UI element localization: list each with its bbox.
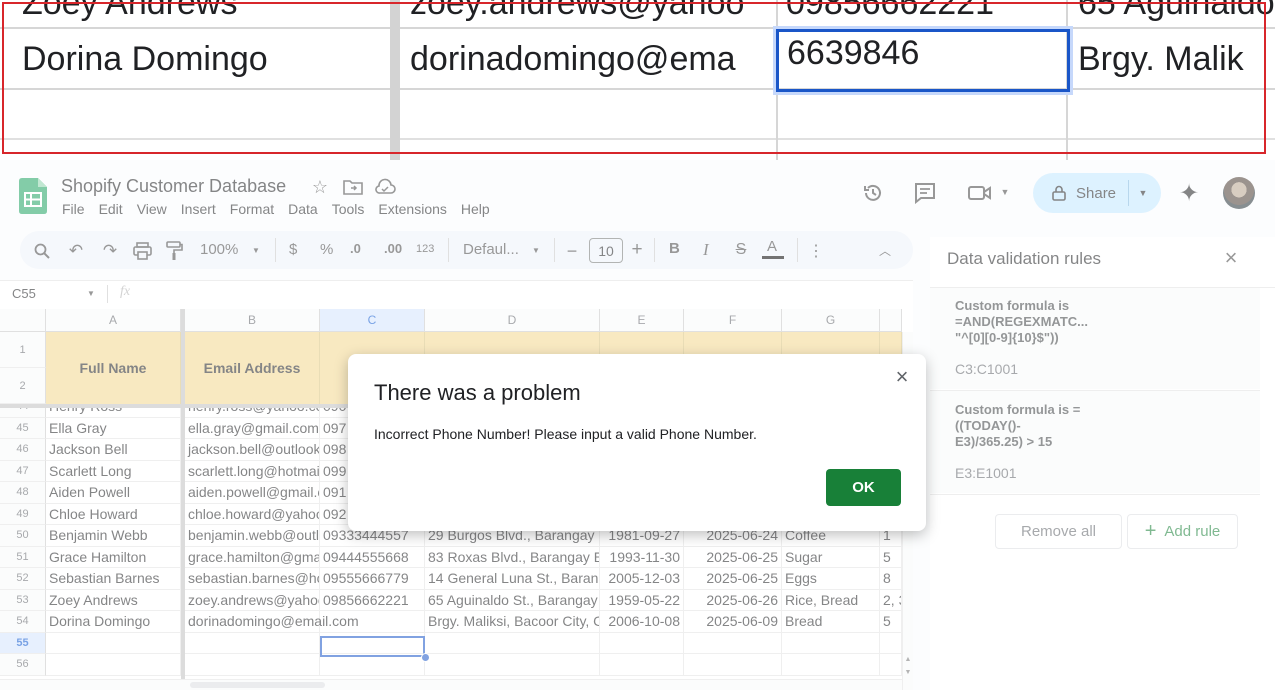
error-dialog: There was a problem × Incorrect Phone Nu… xyxy=(348,354,926,531)
zoom-highlight-frame xyxy=(2,2,1266,154)
dialog-title: There was a problem xyxy=(374,380,581,405)
zoom-callout: Zoey Andrews zoey.andrews@yahoo 09856662… xyxy=(0,0,1275,160)
ok-button[interactable]: OK xyxy=(826,469,901,506)
dialog-message: Incorrect Phone Number! Please input a v… xyxy=(374,426,757,442)
close-icon[interactable]: × xyxy=(891,364,913,389)
